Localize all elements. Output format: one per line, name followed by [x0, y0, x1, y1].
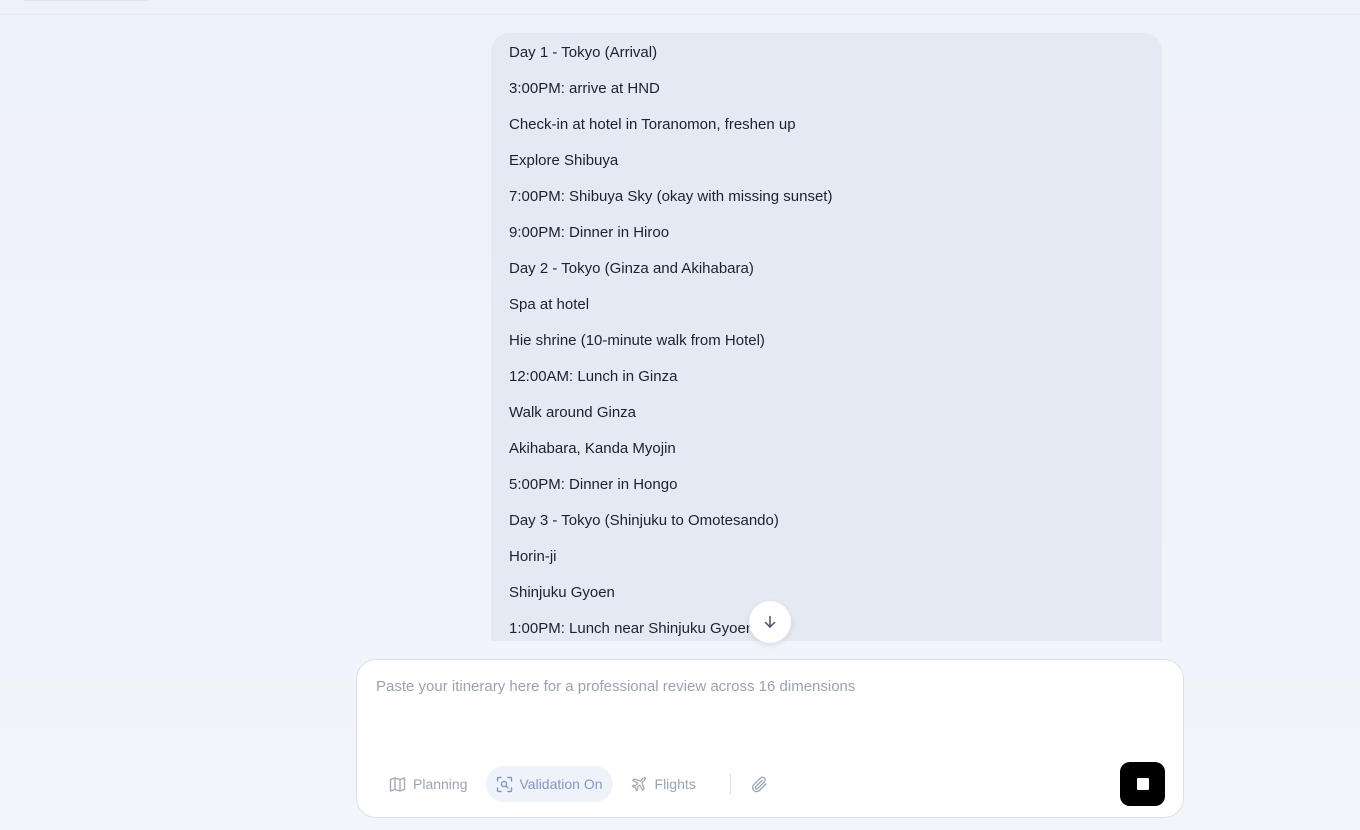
message-line: Day 3 - Tokyo (Shinjuku to Omotesando) [509, 512, 779, 529]
arrow-down-icon [764, 615, 776, 628]
message-line: Hie shrine (10-minute walk from Hotel) [509, 332, 765, 349]
message-line: 5:00PM: Dinner in Hongo [509, 476, 678, 493]
map-icon [389, 776, 406, 792]
chat-scroll-area[interactable]: Day 1 - Tokyo (Arrival) 3:00PM: arrive a… [0, 16, 1360, 641]
paperclip-icon [752, 776, 767, 792]
message-line: Explore Shibuya [509, 152, 619, 169]
stop-icon [1136, 778, 1149, 790]
message-line: 9:00PM: Dinner in Hiroo [509, 224, 670, 241]
message-line: 7:00PM: Shibuya Sky (okay with missing s… [509, 188, 833, 205]
message-line: 12:00AM: Lunch in Ginza [509, 368, 678, 385]
scroll-to-bottom-button[interactable] [749, 601, 791, 643]
message-line: Walk around Ginza [509, 404, 637, 421]
flights-button[interactable]: Flights [621, 766, 706, 802]
message-line: Shinjuku Gyoen [509, 584, 615, 601]
stop-generation-button[interactable] [1120, 762, 1165, 806]
planning-button[interactable]: Planning [379, 766, 478, 802]
composer-toolbar: Planning Validation On Flights [379, 766, 775, 802]
itinerary-input[interactable] [376, 678, 1156, 738]
message-line: Day 2 - Tokyo (Ginza and Akihabara) [509, 260, 754, 277]
flights-label: Flights [654, 776, 696, 792]
validation-toggle[interactable]: Validation On [485, 766, 613, 802]
top-pill-control[interactable] [20, 0, 150, 1]
message-line: Akihabara, Kanda Myojin [509, 440, 676, 457]
message-line: Day 1 - Tokyo (Arrival) [509, 44, 658, 61]
toolbar-divider [729, 773, 731, 795]
plane-icon [631, 776, 646, 791]
attach-file-button[interactable] [745, 769, 775, 799]
message-line: Horin-ji [509, 548, 557, 565]
message-line: 1:00PM: Lunch near Shinjuku Gyoen [509, 620, 755, 637]
user-message-bubble: Day 1 - Tokyo (Arrival) 3:00PM: arrive a… [491, 33, 1162, 641]
scan-search-icon [496, 776, 512, 792]
message-line: Spa at hotel [509, 296, 590, 313]
validation-label: Validation On [519, 776, 603, 792]
top-bar [0, 0, 1360, 15]
app-page: Day 1 - Tokyo (Arrival) 3:00PM: arrive a… [0, 0, 1360, 830]
planning-label: Planning [413, 776, 468, 792]
message-composer: Planning Validation On Flights [356, 659, 1184, 818]
message-line: Check-in at hotel in Toranomon, freshen … [509, 116, 796, 133]
message-line: 3:00PM: arrive at HND [509, 80, 660, 97]
